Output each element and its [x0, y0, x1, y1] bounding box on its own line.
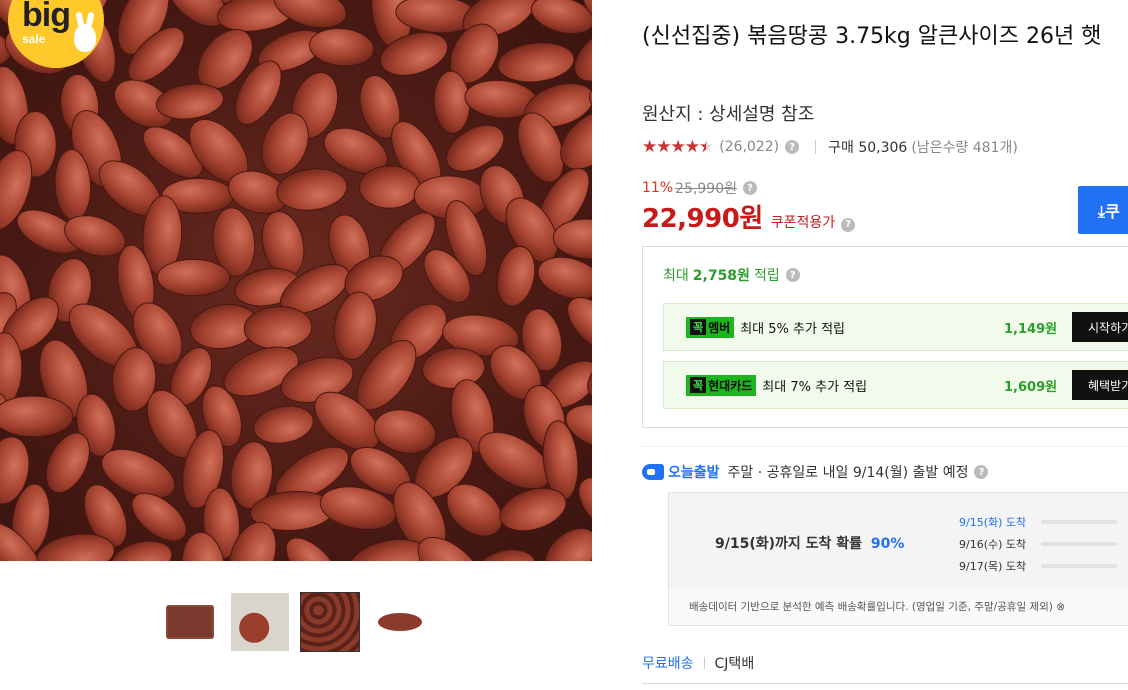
- thumbnail-1[interactable]: [160, 592, 220, 652]
- bunny-icon: [74, 24, 96, 52]
- peanut-shape: [497, 42, 575, 83]
- peanut-shape: [156, 258, 231, 297]
- arrival-item-label: 9/17(목) 도착: [959, 560, 1027, 573]
- thumbnail-image: [231, 593, 289, 651]
- reward-card-hyundai: 꼭 현대카드 최대 7% 추가 적립 1,609원 혜택받기: [663, 361, 1128, 409]
- arrival-probability: 9/15(화)까지 도착 확률 90%: [715, 533, 904, 553]
- discount-rate: 11%: [642, 180, 674, 196]
- rating-row: ★★★★★ ★★★★★ (26,022) ? 구매 50,306 (남은수량 4…: [642, 137, 1018, 157]
- discount-row: 11% 25,990원 ?: [642, 178, 757, 198]
- price-row: 22,990원 쿠폰적용가 ?: [642, 198, 856, 235]
- divider: [642, 683, 1128, 684]
- arrival-note: 배송데이터 기반으로 분석한 예측 배송확률입니다. (영업일 기준, 주말/공…: [689, 601, 1066, 613]
- thumbnail-image: [301, 593, 359, 651]
- thumbnail-3[interactable]: [300, 592, 360, 652]
- tag-mark: 꼭: [690, 377, 707, 393]
- thumbnail-image: [166, 605, 214, 639]
- reward-prefix: 최대: [663, 268, 689, 284]
- tag-label: 현대카드: [708, 378, 753, 393]
- reward-box: 최대 2,758원 적립 ? 꼭 멤버 최대 5% 추가 적립 1,149원 시…: [642, 246, 1128, 428]
- shipping-desc: 주말 · 공휴일로 내일 9/14(월) 출발 예정: [727, 465, 969, 481]
- coupon-price-note: 쿠폰적용가: [770, 215, 836, 231]
- sale-price: 22,990원: [642, 204, 763, 234]
- divider: [703, 657, 705, 669]
- badge-big-text: big: [22, 0, 71, 34]
- arrival-bar: [1041, 520, 1117, 524]
- arrival-main: 9/15(화)까지 도착 확률 90% 9/15(화) 도착 9/16(수) 도…: [669, 493, 1128, 589]
- product-title: (신선집중) 볶음땅콩 3.75kg 알큰사이즈 26년 햇: [642, 24, 1102, 49]
- reward-max-amount: 2,758원: [692, 268, 750, 284]
- free-shipping: 무료배송: [642, 656, 694, 672]
- thumbnail-4[interactable]: [370, 592, 430, 652]
- thumbnail-list: [160, 592, 430, 652]
- courier-name: CJ택배: [714, 656, 755, 672]
- original-price: 25,990원: [675, 181, 737, 197]
- arrival-probability-label: 9/15(화)까지 도착 확률: [715, 536, 863, 552]
- purchase-count: 구매 50,306: [828, 140, 908, 156]
- remaining-count: (남은수량 481개): [911, 140, 1018, 156]
- peanut-shape: [475, 549, 537, 561]
- arrival-item: 9/17(목) 도착: [959, 555, 1117, 577]
- peanut-shape: [309, 28, 375, 67]
- coupon-download-button[interactable]: ⤓쿠: [1078, 186, 1128, 234]
- shipping-header: 오늘출발 주말 · 공휴일로 내일 9/14(월) 출발 예정 ?: [642, 462, 989, 482]
- product-main-image: big sale: [0, 0, 592, 561]
- shipping-name: 오늘출발: [668, 465, 720, 481]
- peanuts-illustration: [0, 0, 592, 561]
- help-icon[interactable]: ?: [974, 465, 989, 479]
- help-icon[interactable]: ?: [785, 268, 800, 282]
- get-benefit-button[interactable]: 혜택받기: [1072, 370, 1128, 400]
- rating-stars[interactable]: ★★★★★ ★★★★★: [642, 137, 714, 157]
- arrival-bar: [1041, 542, 1117, 546]
- thumbnail-2[interactable]: [230, 592, 290, 652]
- reward-suffix: 적립: [753, 268, 780, 284]
- rocket-icon: [642, 464, 664, 480]
- member-tag: 꼭 멤버: [686, 316, 735, 338]
- peanut-shape: [530, 0, 592, 34]
- help-icon[interactable]: ?: [841, 217, 856, 232]
- arrival-item: 9/15(화) 도착: [959, 511, 1117, 533]
- arrival-prediction-box: 9/15(화)까지 도착 확률 90% 9/15(화) 도착 9/16(수) 도…: [668, 492, 1128, 626]
- reward-card-amount: 1,609원: [1004, 379, 1058, 395]
- divider: [815, 140, 817, 154]
- reward-card-text: 최대 7% 추가 적립: [762, 379, 868, 395]
- start-button[interactable]: 시작하기: [1072, 312, 1128, 342]
- stars-filled: ★★★★★: [642, 137, 706, 157]
- help-icon[interactable]: ?: [785, 140, 800, 154]
- delivery-row: 무료배송 CJ택배: [642, 653, 754, 673]
- reward-card-text: 최대 5% 추가 적립: [740, 321, 845, 337]
- reward-card-amount: 1,149원: [1004, 321, 1058, 337]
- arrival-probability-value: 90%: [870, 536, 905, 552]
- arrival-item: 9/16(수) 도착: [959, 533, 1117, 555]
- peanut-shape: [285, 537, 340, 561]
- review-count[interactable]: (26,022): [719, 139, 779, 155]
- peanut-shape: [358, 165, 421, 209]
- arrival-bar: [1041, 564, 1117, 568]
- badge-sale-text: sale: [22, 32, 46, 46]
- origin-text: 원산지 : 상세설명 참조: [642, 104, 815, 125]
- tag-label: 멤버: [708, 320, 731, 335]
- divider: [642, 446, 1128, 447]
- reward-header: 최대 2,758원 적립 ?: [663, 265, 800, 285]
- arrival-item-label: 9/16(수) 도착: [959, 538, 1027, 551]
- peanut-shape: [243, 306, 313, 350]
- arrival-list: 9/15(화) 도착 9/16(수) 도착 9/17(목) 도착: [959, 511, 1117, 577]
- help-icon[interactable]: ?: [743, 181, 757, 195]
- hyundai-tag: 꼭 현대카드: [686, 374, 757, 396]
- thumbnail-image: [378, 613, 422, 631]
- arrival-item-label: 9/15(화) 도착: [959, 516, 1027, 529]
- tag-mark: 꼭: [690, 319, 707, 335]
- peanut-shape: [567, 297, 592, 353]
- reward-card-member: 꼭 멤버 최대 5% 추가 적립 1,149원 시작하기: [663, 303, 1128, 351]
- peanut-shape: [253, 405, 314, 444]
